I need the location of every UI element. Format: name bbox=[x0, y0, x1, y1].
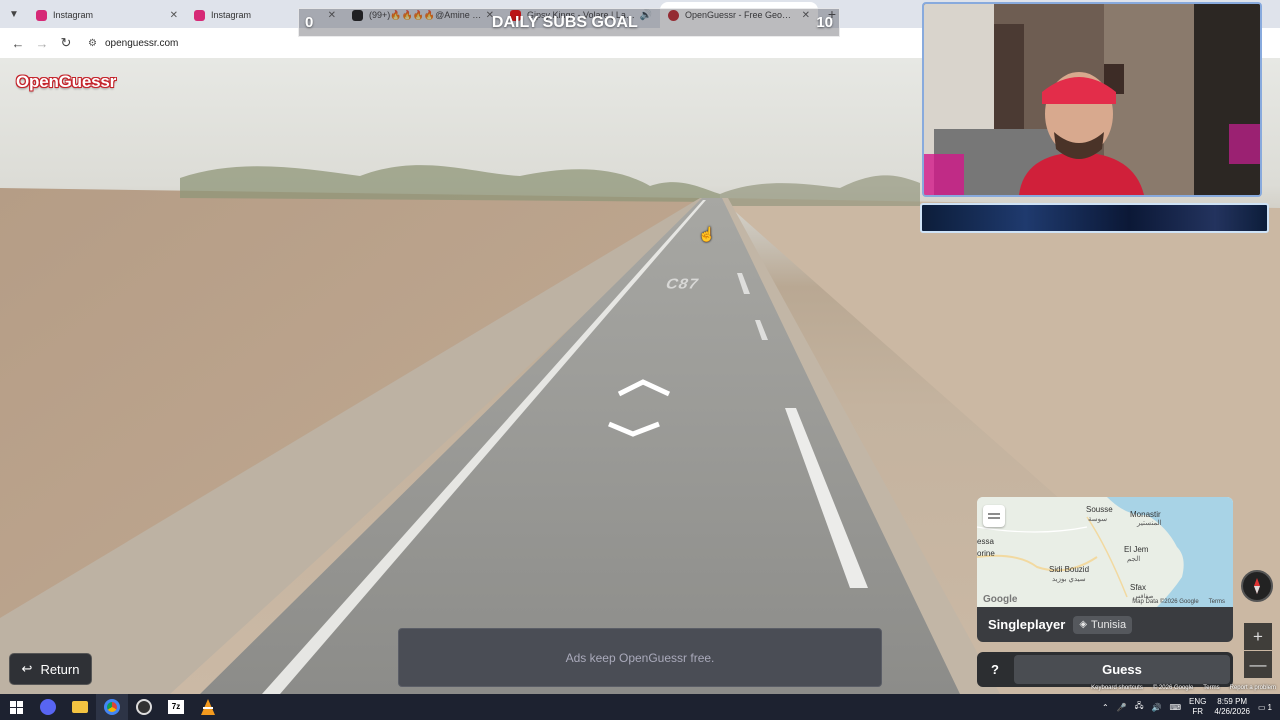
map-label-sidi-bouzid-ar: سيدي بوزيد bbox=[1052, 576, 1086, 583]
forward-icon[interactable]: → bbox=[30, 31, 54, 55]
hand-cursor-icon: ☝ bbox=[698, 226, 716, 242]
language-indicator[interactable]: ENG FR bbox=[1189, 697, 1206, 717]
terms-link[interactable]: Terms bbox=[1203, 685, 1219, 691]
system-tray: ⌃ 🎤 🖧 🔊 ⌨ ENG FR 8:59 PM 4/26/2026 ▭ 1 bbox=[1102, 697, 1280, 717]
clock[interactable]: 8:59 PM 4/26/2026 bbox=[1214, 697, 1250, 717]
keyboard-icon[interactable]: ⌨ bbox=[1170, 703, 1182, 712]
map-data-text: Map Data ©2026 Google bbox=[1132, 599, 1199, 605]
map-label-partial: essa bbox=[977, 537, 994, 546]
volume-icon[interactable]: 🔊 bbox=[1152, 703, 1162, 712]
chrome-icon[interactable] bbox=[96, 694, 128, 720]
return-label: Return bbox=[40, 661, 80, 677]
address-text: openguessr.com bbox=[104, 37, 179, 49]
windows-taskbar: 7z ⌃ 🎤 🖧 🔊 ⌨ ENG FR 8:59 PM 4/26/2026 ▭ 1 bbox=[0, 694, 1280, 720]
daily-subs-goal-overlay: 0 DAILY SUBS GOAL 10 bbox=[298, 8, 840, 37]
country-name: Tunisia bbox=[1091, 618, 1127, 631]
instagram-icon bbox=[194, 9, 205, 21]
guess-controls: ? Guess bbox=[977, 652, 1233, 687]
webcam-decor-bar bbox=[920, 203, 1269, 233]
compass-icon[interactable] bbox=[1241, 570, 1273, 602]
subs-goal-label: DAILY SUBS GOAL bbox=[491, 13, 638, 31]
road-marking-text: C87 bbox=[663, 276, 702, 293]
game-mode-label: Singleplayer bbox=[988, 617, 1066, 632]
instagram-icon bbox=[36, 9, 47, 21]
map-terms-link[interactable]: Terms bbox=[1209, 599, 1225, 605]
map-label-sfax: Sfax bbox=[1130, 583, 1147, 592]
map-label-el-jem: El Jem bbox=[1124, 545, 1149, 554]
return-arrow-icon: ↩ bbox=[21, 661, 33, 676]
map-footer: Map Data ©2026 Google Terms bbox=[1132, 599, 1225, 605]
return-button[interactable]: ↩ Return bbox=[9, 653, 92, 685]
map-label-monastir: Monastir bbox=[1130, 510, 1161, 519]
lang-bottom: FR bbox=[1192, 707, 1204, 716]
layers-icon: ◈ bbox=[1079, 619, 1088, 630]
7zip-icon[interactable]: 7z bbox=[160, 694, 192, 720]
webcam-overlay bbox=[922, 2, 1262, 197]
browser-tab[interactable]: Instagram ✕ bbox=[28, 2, 186, 28]
file-explorer-icon[interactable] bbox=[64, 694, 96, 720]
zoom-in-button[interactable]: + bbox=[1244, 623, 1272, 650]
webcam-image bbox=[924, 4, 1260, 195]
map-label-sousse: Sousse bbox=[1086, 505, 1113, 514]
google-logo: Google bbox=[983, 594, 1018, 605]
move-forward-arrow-icon[interactable] bbox=[605, 378, 675, 438]
tab-title: Instagram bbox=[53, 10, 94, 20]
vlc-icon[interactable] bbox=[192, 694, 224, 720]
back-icon[interactable]: ← bbox=[6, 31, 30, 55]
zoom-out-button[interactable]: — bbox=[1244, 651, 1272, 678]
copyright-text: © 2026 Google bbox=[1152, 685, 1194, 691]
screen: ▼ Instagram ✕ Instagram ✕ (99+)🔥🔥🔥🔥@Amin… bbox=[0, 0, 1280, 720]
subs-target: 10 bbox=[816, 14, 833, 31]
discord-app-icon[interactable] bbox=[32, 694, 64, 720]
streetview-attribution: Keyboard shortcuts © 2026 Google Terms R… bbox=[1091, 685, 1276, 691]
help-button[interactable]: ? bbox=[980, 655, 1010, 684]
tab-search-icon[interactable]: ▼ bbox=[0, 0, 28, 28]
clock-time: 8:59 PM bbox=[1217, 697, 1248, 706]
map-label-sidi-bouzid: Sidi Bouzid bbox=[1049, 565, 1090, 574]
site-info-icon[interactable]: ⚙ bbox=[88, 38, 97, 49]
notifications-icon[interactable]: ▭ 1 bbox=[1258, 703, 1272, 712]
clock-date: 4/26/2026 bbox=[1214, 707, 1250, 716]
guess-button[interactable]: Guess bbox=[1014, 655, 1230, 684]
reload-icon[interactable]: ↻ bbox=[54, 31, 78, 55]
report-problem-link[interactable]: Report a problem bbox=[1230, 685, 1276, 691]
map-layers-icon[interactable] bbox=[983, 505, 1005, 527]
close-tab-icon[interactable]: ✕ bbox=[170, 10, 178, 21]
microphone-icon[interactable]: 🎤 bbox=[1117, 703, 1127, 712]
map-label-monastir-ar: المنستير bbox=[1137, 520, 1162, 527]
notification-count: 1 bbox=[1267, 702, 1272, 712]
country-badge[interactable]: ◈ Tunisia bbox=[1073, 615, 1133, 634]
obs-icon[interactable] bbox=[128, 694, 160, 720]
lang-top: ENG bbox=[1189, 697, 1207, 706]
ad-placeholder: Ads keep OpenGuessr free. bbox=[398, 628, 882, 687]
start-icon[interactable] bbox=[0, 694, 32, 720]
map-info-panel: Singleplayer ◈ Tunisia bbox=[977, 607, 1233, 642]
network-icon[interactable]: 🖧 bbox=[1135, 700, 1144, 714]
map-label-sousse-ar: سوسة bbox=[1088, 516, 1108, 523]
map-label-el-jem-ar: الجم bbox=[1127, 556, 1141, 563]
map-label-partial2: orine bbox=[977, 549, 995, 558]
openguessr-logo[interactable]: OpenGuessr bbox=[16, 72, 116, 92]
keyboard-shortcuts-link[interactable]: Keyboard shortcuts bbox=[1091, 685, 1143, 691]
ad-text: Ads keep OpenGuessr free. bbox=[565, 650, 715, 665]
subs-current: 0 bbox=[305, 14, 314, 31]
tray-chevron-icon[interactable]: ⌃ bbox=[1102, 703, 1109, 712]
guess-minimap[interactable]: Sousse سوسة Monastir المنستير essa orine… bbox=[977, 497, 1233, 607]
